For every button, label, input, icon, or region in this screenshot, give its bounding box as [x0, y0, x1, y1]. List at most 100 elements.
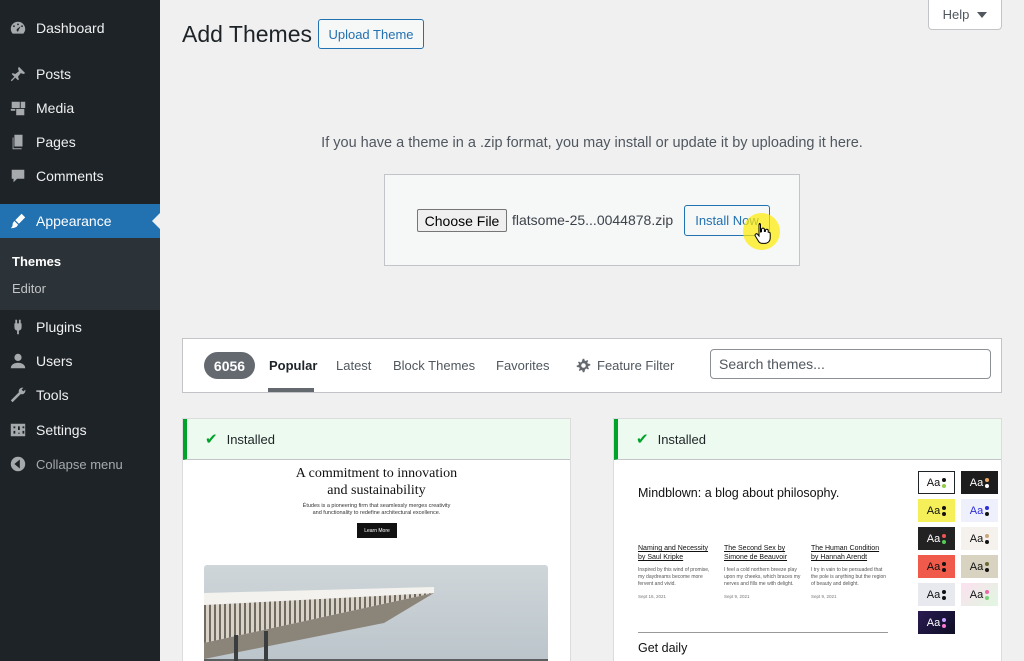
swatch-label: Aa [926, 616, 941, 629]
menu-item-dashboard[interactable]: Dashboard [0, 11, 160, 45]
submenu-item-editor[interactable]: Editor [12, 281, 46, 296]
menu-label: Appearance [36, 213, 112, 229]
preview-post: The Human Condition by Hannah Arendt I t… [811, 544, 891, 599]
collapse-menu-button[interactable]: Collapse menu [0, 447, 160, 481]
tab-popular[interactable]: Popular [269, 358, 317, 373]
installed-label: Installed [226, 431, 275, 447]
selected-file-name: flatsome-25...0044878.zip [512, 212, 674, 228]
user-icon [0, 352, 36, 370]
hand-cursor-icon [754, 223, 771, 244]
brush-icon [0, 212, 36, 230]
menu-item-appearance[interactable]: Appearance [0, 204, 160, 238]
preview-divider [638, 632, 888, 633]
swatch-label: Aa [926, 476, 941, 489]
menu-item-posts[interactable]: Posts [0, 57, 160, 91]
post-text-line: the pole is anything but the region [811, 574, 887, 580]
comment-icon [0, 167, 36, 185]
active-tab-indicator [268, 388, 314, 392]
upload-description: If you have a theme in a .zip format, yo… [321, 135, 863, 151]
swatch-label: Aa [969, 560, 984, 573]
theme-preview-text: Études is a pioneering firm that seamles… [183, 503, 570, 517]
swatch-label: Aa [926, 588, 941, 601]
pages-icon [0, 133, 36, 151]
style-swatch: Aa [961, 527, 998, 550]
theme-filter-bar: 6056 Popular Latest Block Themes Favorit… [182, 338, 1002, 393]
swatch-label: Aa [926, 504, 941, 517]
preview-architecture-image [204, 565, 548, 661]
tab-latest[interactable]: Latest [336, 358, 371, 373]
preview-post-date: Sept 9, 2021 [724, 594, 750, 599]
post-text-line: I try in vain to be persuaded that [811, 567, 883, 573]
swatch-label: Aa [969, 476, 984, 489]
help-label: Help [942, 7, 970, 22]
post-title-line: Naming and Necessity [638, 545, 709, 552]
style-swatch: Aa [918, 499, 955, 522]
menu-item-settings[interactable]: Settings [0, 413, 160, 447]
menu-item-users[interactable]: Users [0, 344, 160, 378]
preview-post-excerpt: Inspired by this wind of promise, my day… [638, 567, 718, 588]
preview-learn-more-button: Learn More [357, 523, 397, 538]
menu-item-plugins[interactable]: Plugins [0, 310, 160, 344]
pin-icon [0, 65, 36, 83]
preview-post-date: Sept 9, 2021 [811, 594, 837, 599]
preview-heading-line: A commitment to innovation [295, 466, 458, 481]
help-button[interactable]: Help [928, 0, 1002, 30]
tab-block-themes[interactable]: Block Themes [393, 358, 475, 373]
post-text-line: Inspired by this wind of promise, [638, 567, 710, 573]
post-title-line: by Hannah Arendt [811, 554, 868, 561]
menu-item-pages[interactable]: Pages [0, 125, 160, 159]
wrench-icon [0, 386, 36, 404]
appearance-submenu: Themes Editor [0, 238, 160, 310]
gear-icon [576, 358, 591, 373]
installed-notice: ✔ Installed [183, 419, 570, 460]
preview-post-title: Naming and Necessity by Saul Kripke [638, 544, 718, 562]
menu-item-tools[interactable]: Tools [0, 378, 160, 412]
preview-post: The Second Sex by Simone de Beauvoir I f… [724, 544, 804, 599]
menu-label: Users [36, 353, 73, 369]
swatch-label: Aa [969, 532, 984, 545]
menu-label: Media [36, 100, 75, 116]
swatch-label: Aa [969, 504, 984, 517]
menu-label: Plugins [36, 319, 82, 335]
post-title-line: by Saul Kripke [638, 554, 684, 561]
preview-post-title: The Human Condition by Hannah Arendt [811, 544, 891, 562]
preview-text-line: and functionality to redefine architectu… [312, 510, 441, 516]
swatch-label: Aa [969, 588, 984, 601]
post-text-line: I feel a cold northern breeze play [724, 567, 797, 573]
upload-theme-button[interactable]: Upload Theme [318, 19, 424, 49]
feature-filter-button[interactable]: Feature Filter [576, 358, 674, 373]
menu-label: Comments [36, 168, 104, 184]
collapse-icon [0, 455, 36, 473]
preview-post-date: Sept 16, 2021 [638, 594, 667, 599]
theme-card[interactable]: ✔ Installed Mindblown: a blog about phil… [613, 418, 1002, 661]
post-text-line: fervent and vivid. [638, 581, 676, 587]
post-text-line: my daydreams become more [638, 574, 703, 580]
preview-heading-line: and sustainability [327, 483, 426, 498]
style-swatch: Aa [961, 471, 998, 494]
installed-notice: ✔ Installed [614, 419, 1001, 460]
dashboard-icon [0, 19, 36, 37]
theme-preview-title: Mindblown: a blog about philosophy. [638, 486, 840, 500]
menu-item-comments[interactable]: Comments [0, 159, 160, 193]
style-swatch: Aa [918, 583, 955, 606]
submenu-item-themes[interactable]: Themes [12, 254, 61, 269]
theme-card[interactable]: ✔ Installed A commitment to innovation a… [182, 418, 571, 661]
tab-favorites[interactable]: Favorites [496, 358, 549, 373]
checkmark-icon: ✔ [636, 431, 649, 448]
choose-file-button[interactable]: Choose File [417, 209, 507, 232]
swatch-label: Aa [926, 560, 941, 573]
menu-label: Dashboard [36, 20, 105, 36]
post-text-line: upon my cheeks, which braces my [724, 574, 801, 580]
search-themes-input[interactable] [710, 349, 991, 379]
style-swatch: Aa [918, 471, 955, 494]
preview-post-excerpt: I try in vain to be persuaded that the p… [811, 567, 891, 588]
menu-label: Tools [36, 387, 69, 403]
style-swatch: Aa [918, 555, 955, 578]
post-title-line: Simone de Beauvoir [724, 554, 788, 561]
preview-post: Naming and Necessity by Saul Kripke Insp… [638, 544, 718, 599]
style-swatch: Aa [918, 527, 955, 550]
caret-down-icon [977, 11, 988, 18]
post-text-line: nerves and fills me with delight. [724, 581, 794, 587]
admin-sidebar: Dashboard Posts Media Pages Comments App… [0, 0, 160, 661]
menu-item-media[interactable]: Media [0, 91, 160, 125]
